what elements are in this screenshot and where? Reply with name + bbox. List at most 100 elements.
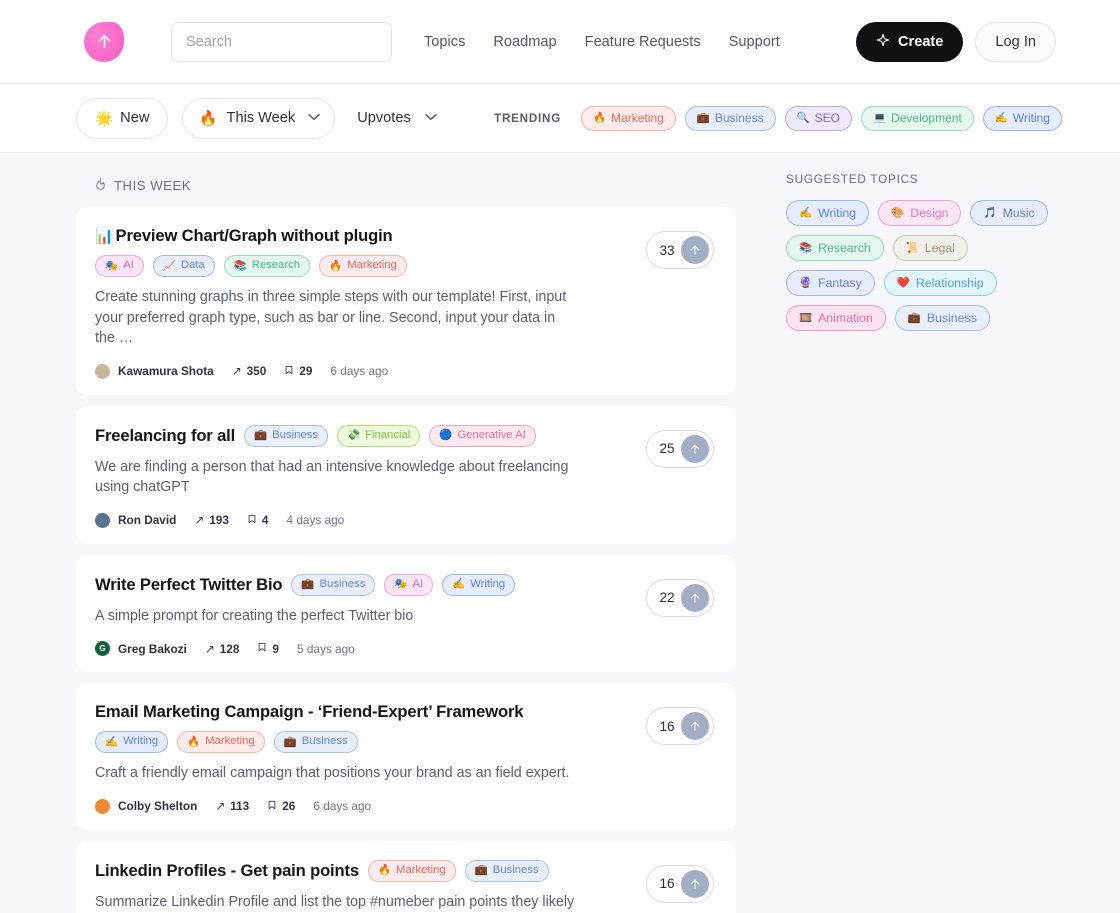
- tag-animation[interactable]: 🎞️ Animation: [786, 305, 886, 331]
- nav-item-topics[interactable]: Topics: [424, 34, 465, 50]
- bookmark-icon: [247, 513, 257, 528]
- prompt-card[interactable]: Write Perfect Twitter Bio 💼Business 🎭AI ✍️W…: [76, 555, 736, 673]
- nav-item-feature-requests[interactable]: Feature Requests: [585, 34, 701, 50]
- tag-label: Writing: [818, 207, 856, 219]
- tag-ai[interactable]: 🎭AI: [95, 255, 144, 277]
- logo-icon[interactable]: [84, 22, 124, 62]
- card-title[interactable]: 📊Preview Chart/Graph without plugin: [95, 226, 393, 246]
- tag-emoji-icon: 🎞️: [799, 313, 812, 324]
- nav-item-support[interactable]: Support: [729, 34, 780, 50]
- tag-label: SEO: [815, 112, 840, 124]
- tag-marketing[interactable]: 🔥Marketing: [319, 255, 407, 277]
- create-button-label: Create: [898, 34, 943, 50]
- card-meta: Colby Shelton↗113266 days ago: [95, 799, 714, 814]
- section-header: THIS WEEK: [76, 153, 736, 207]
- tag-writing[interactable]: ✍️Writing: [786, 200, 869, 226]
- tag-label: Marketing: [611, 112, 664, 124]
- upvote-button[interactable]: 33: [646, 231, 714, 269]
- tag-writing[interactable]: ✍️Writing: [442, 574, 515, 596]
- tag-marketing[interactable]: 🔥 Marketing: [581, 106, 676, 131]
- tag-research[interactable]: 📚Research: [224, 255, 310, 277]
- card-author[interactable]: Colby Shelton: [118, 799, 197, 813]
- tag-writing[interactable]: ✍️Writing: [95, 731, 168, 753]
- tag-development[interactable]: 💻Development: [861, 106, 974, 131]
- bookmark-icon: [267, 799, 277, 814]
- tag-label: AI: [412, 579, 423, 590]
- filter-new-label: New: [120, 110, 149, 126]
- filter-new-button[interactable]: 🌟 New: [76, 98, 168, 139]
- tag-emoji-icon: 📚: [234, 261, 247, 272]
- card-author[interactable]: Greg Bakozi: [118, 642, 187, 656]
- prompt-card[interactable]: Freelancing for all 💼Business 💸Financial 🔵G…: [76, 406, 736, 544]
- tag-emoji-icon: 💼: [254, 430, 267, 441]
- tag-generative-ai[interactable]: 🔵Generative AI: [429, 425, 536, 447]
- tag-label: Writing: [470, 579, 505, 590]
- filter-bar: 🌟 New 🔥 This Week Upvotes TRENDING 🔥Mark…: [0, 84, 1120, 153]
- tag-fantasy[interactable]: 🔮Fantasy: [786, 270, 875, 296]
- tag-business[interactable]: 💼Business: [291, 574, 375, 596]
- upvote-count: 25: [659, 441, 674, 456]
- bookmark-icon: [284, 364, 294, 379]
- upvote-button[interactable]: 22: [646, 579, 714, 617]
- tag-label: Marketing: [347, 260, 397, 271]
- tag-ai[interactable]: 🎭AI: [384, 574, 433, 596]
- tag-emoji-icon: 🔥: [187, 737, 200, 748]
- upvote-button[interactable]: 16: [646, 707, 714, 745]
- tag-business[interactable]: 💼Business: [274, 731, 358, 753]
- section-title: THIS WEEK: [114, 178, 191, 193]
- tag-business[interactable]: 💼Business: [895, 305, 990, 331]
- upvote-arrow-icon: [681, 435, 709, 463]
- tag-relationship[interactable]: ❤️Relationship: [884, 270, 997, 296]
- card-title[interactable]: Email Marketing Campaign - ‘Friend-Exper…: [95, 702, 523, 722]
- tag-seo[interactable]: 🔍 SEO: [785, 106, 852, 131]
- prompt-card[interactable]: Email Marketing Campaign - ‘Friend-Exper…: [76, 683, 736, 830]
- prompt-card[interactable]: 📊Preview Chart/Graph without plugin 🎭AI 📈D…: [76, 207, 736, 395]
- bookmarks-metric: 29: [284, 364, 312, 379]
- upvote-button[interactable]: 16: [646, 865, 714, 903]
- tag-marketing[interactable]: 🔥Marketing: [177, 731, 265, 753]
- bookmarks-count: 29: [299, 364, 312, 378]
- tag-label: Writing: [123, 736, 158, 747]
- create-button[interactable]: Create: [856, 22, 963, 62]
- card-meta: Ron David↗19344 days ago: [95, 513, 714, 528]
- prompt-card[interactable]: Linkedin Profiles - Get pain points 🔥Mark…: [76, 841, 736, 913]
- sort-upvotes-button[interactable]: Upvotes: [357, 110, 437, 126]
- card-author[interactable]: Kawamura Shota: [118, 364, 214, 378]
- card-timestamp: 5 days ago: [297, 642, 355, 656]
- tag-business[interactable]: 💼Business: [465, 860, 549, 882]
- avatar: G: [95, 641, 110, 656]
- upvote-count: 16: [659, 876, 674, 891]
- page-content: THIS WEEK 📊Preview Chart/Graph without p…: [0, 153, 1120, 913]
- card-title-row: Freelancing for all 💼Business 💸Financial 🔵G…: [95, 425, 714, 447]
- tag-marketing[interactable]: 🔥Marketing: [368, 860, 456, 882]
- tag-music[interactable]: 🎵Music: [970, 200, 1047, 226]
- tag-legal[interactable]: 📜Legal: [893, 235, 968, 261]
- avatar: [95, 364, 110, 379]
- tag-financial[interactable]: 💸Financial: [337, 425, 420, 447]
- tag-business[interactable]: 💼Business: [685, 106, 776, 131]
- card-title[interactable]: Write Perfect Twitter Bio: [95, 575, 282, 595]
- tag-research[interactable]: 📚Research: [786, 235, 884, 261]
- filter-period-button[interactable]: 🔥 This Week: [182, 98, 335, 139]
- card-title[interactable]: Linkedin Profiles - Get pain points: [95, 861, 359, 881]
- tag-design[interactable]: 🎨Design: [878, 200, 961, 226]
- bookmarks-count: 9: [272, 642, 279, 656]
- tag-emoji-icon: 💼: [908, 313, 921, 324]
- views-count: 350: [247, 364, 267, 378]
- views-metric: ↗193: [194, 513, 229, 527]
- tag-emoji-icon: 🔍: [797, 113, 810, 124]
- tag-data[interactable]: 📈Data: [153, 255, 215, 277]
- tag-label: Animation: [818, 312, 873, 324]
- tag-business[interactable]: 💼Business: [244, 425, 328, 447]
- search-input[interactable]: [171, 22, 392, 62]
- tag-writing[interactable]: ✍️Writing: [983, 106, 1062, 131]
- login-button[interactable]: Log In: [975, 22, 1056, 62]
- tag-emoji-icon: 🎭: [105, 261, 118, 272]
- upvote-button[interactable]: 25: [646, 430, 714, 468]
- tag-label: Business: [302, 736, 348, 747]
- card-author[interactable]: Ron David: [118, 513, 176, 527]
- tag-emoji-icon: 🔥: [593, 113, 606, 124]
- tag-label: Financial: [365, 430, 410, 441]
- card-title[interactable]: Freelancing for all: [95, 426, 235, 446]
- nav-item-roadmap[interactable]: Roadmap: [493, 34, 556, 50]
